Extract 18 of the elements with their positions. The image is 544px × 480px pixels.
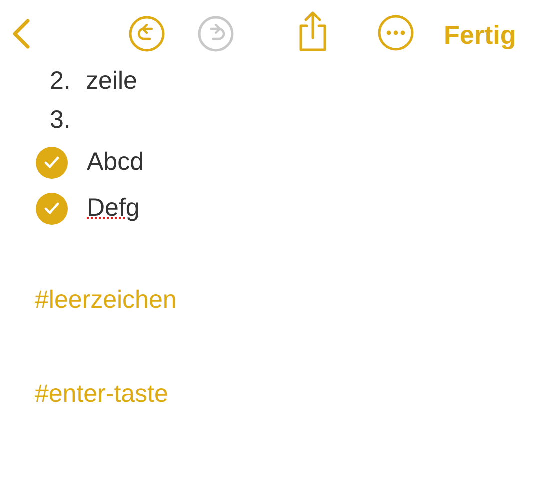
more-button[interactable] (377, 14, 415, 52)
done-button[interactable]: Fertig (444, 16, 516, 55)
hashtag[interactable]: #leerzeichen (35, 286, 177, 314)
checklist-item-text: Abcd (87, 147, 144, 178)
undo-button[interactable] (128, 15, 166, 53)
redo-icon (197, 15, 235, 53)
checkbox[interactable] (36, 147, 68, 179)
checkmark-icon (44, 156, 60, 170)
checkmark-icon (44, 202, 60, 216)
hashtag[interactable]: #enter-taste (35, 380, 168, 408)
back-icon (10, 18, 32, 50)
list-item-text: zeile (86, 66, 138, 97)
undo-icon (128, 15, 166, 53)
list-number: 3. (50, 104, 72, 136)
checkbox[interactable] (36, 193, 68, 225)
checklist-item-text: Defg (87, 193, 140, 224)
more-icon (377, 14, 415, 52)
list-number: 2. (50, 66, 72, 97)
